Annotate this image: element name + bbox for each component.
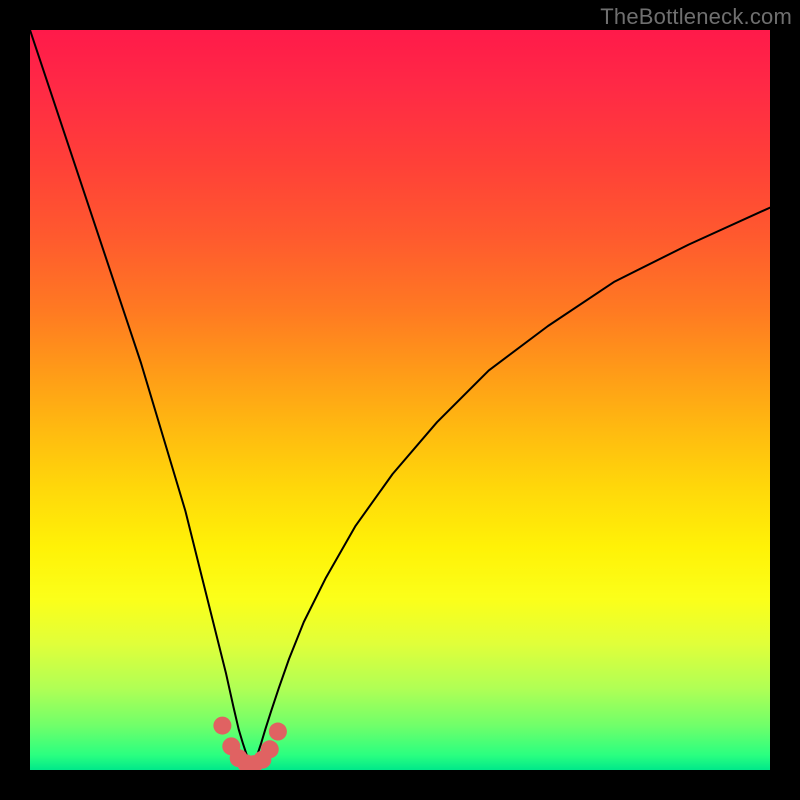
valley-marker	[261, 740, 279, 758]
curve-right-branch	[252, 208, 770, 767]
valley-markers-group	[213, 717, 287, 770]
valley-marker	[213, 717, 231, 735]
valley-marker	[269, 723, 287, 741]
watermark-text: TheBottleneck.com	[600, 4, 792, 30]
curve-left-branch	[30, 30, 252, 766]
chart-svg	[30, 30, 770, 770]
